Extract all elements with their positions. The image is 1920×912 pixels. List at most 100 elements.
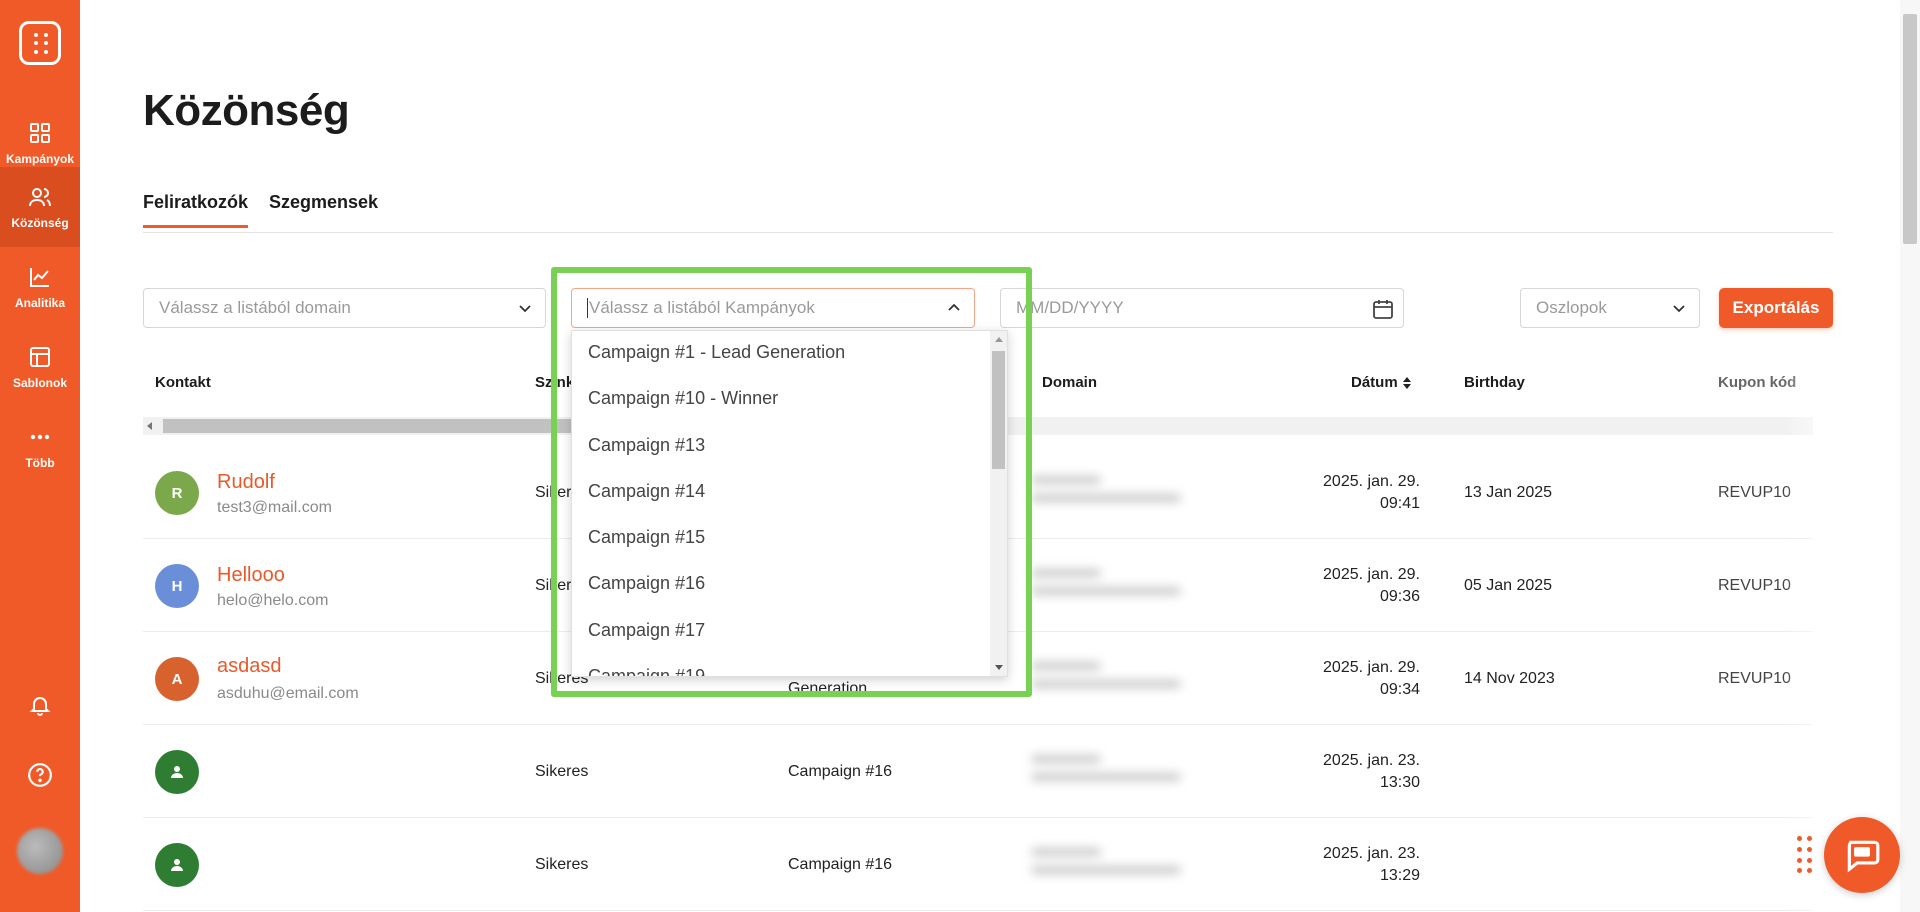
sidebar: Kampányok Közönség Analitika Sablonok Tö…	[0, 0, 80, 912]
columns-placeholder: Oszlopok	[1536, 298, 1607, 317]
birthday-cell: 13 Jan 2025	[1464, 484, 1553, 501]
contact-name[interactable]: asdasd	[217, 655, 282, 678]
avatar[interactable]	[17, 828, 63, 874]
date-line: 2025. jan. 29.	[1323, 473, 1420, 490]
date-line: 2025. jan. 23.	[1323, 752, 1420, 769]
campaign-select[interactable]: Válassz a listából Kampányok	[571, 288, 975, 328]
grid-icon	[27, 120, 53, 146]
blurred-domain	[1031, 466, 1191, 526]
users-icon	[27, 184, 53, 210]
logo[interactable]	[19, 21, 61, 65]
chart-icon	[27, 264, 53, 290]
domain-select[interactable]: Válassz a listából domain	[143, 288, 546, 328]
date-input[interactable]: MM/DD/YYYY	[1000, 288, 1404, 328]
time-line: 09:34	[1379, 681, 1420, 698]
scroll-up-icon[interactable]	[995, 337, 1003, 342]
dropdown-option[interactable]: Campaign #17	[588, 620, 705, 641]
table-row[interactable]: Sikeres Campaign #16 2025. jan. 23. 13:29	[143, 818, 1813, 911]
time-line: 09:36	[1379, 588, 1420, 605]
date-line: 2025. jan. 23.	[1323, 845, 1420, 862]
coupon-cell: REVUP10	[1718, 484, 1791, 501]
drag-handle-icon[interactable]	[1797, 836, 1813, 876]
contact-name[interactable]: Rudolf	[217, 471, 275, 494]
date-line: 2025. jan. 29.	[1323, 566, 1420, 583]
dropdown-option[interactable]: Campaign #1 - Lead Generation	[588, 342, 845, 363]
tab-szegmensek[interactable]: Szegmensek	[269, 192, 378, 225]
campaign-select-placeholder: Válassz a listából Kampányok	[589, 298, 815, 317]
table-row[interactable]: Sikeres Campaign #16 2025. jan. 23. 13:30	[143, 725, 1813, 818]
chat-icon	[1847, 840, 1880, 873]
contact-email: asduhu@email.com	[217, 685, 359, 702]
chevron-up-icon	[948, 303, 960, 311]
tabs: Feliratkozók Szegmensek	[143, 192, 1833, 233]
dropdown-option[interactable]: Campaign #13	[588, 435, 705, 456]
campaign-cell: Campaign #16	[788, 856, 893, 873]
sidebar-item-label: Analitika	[14, 296, 65, 310]
birthday-cell: 05 Jan 2025	[1464, 577, 1553, 594]
time-line: 09:41	[1379, 495, 1420, 512]
dropdown-option[interactable]: Campaign #14	[588, 481, 705, 502]
bell-icon[interactable]	[26, 691, 54, 719]
user-icon	[171, 859, 183, 871]
dropdown-option[interactable]: Campaign #16	[588, 573, 705, 594]
avatar: A	[155, 657, 199, 701]
help-icon[interactable]	[26, 761, 54, 789]
campaign-dropdown-menu[interactable]: Campaign #1 - Lead Generation Campaign #…	[571, 330, 1008, 677]
domain-select-placeholder: Válassz a listából domain	[159, 298, 351, 317]
scrollbar-thumb[interactable]	[1903, 14, 1917, 244]
sidebar-item-label: Sablonok	[12, 376, 67, 390]
avatar: R	[155, 471, 199, 515]
user-icon	[171, 766, 183, 778]
campaign-cell: Campaign #16	[788, 763, 893, 780]
time-line: 13:29	[1379, 867, 1420, 884]
export-button[interactable]: Exportálás	[1719, 288, 1833, 328]
dropdown-option[interactable]: Campaign #19	[588, 666, 705, 676]
date-cell: 2025. jan. 29. 09:41	[1323, 471, 1420, 515]
chevron-down-icon	[519, 305, 531, 313]
columns-select[interactable]: Oszlopok	[1520, 288, 1700, 328]
dropdown-option[interactable]: Campaign #10 - Winner	[588, 388, 778, 409]
scroll-down-icon[interactable]	[995, 665, 1003, 670]
date-cell: 2025. jan. 23. 13:29	[1323, 843, 1420, 887]
chevron-down-icon	[1673, 305, 1685, 313]
avatar	[155, 843, 199, 887]
date-placeholder: MM/DD/YYYY	[1016, 298, 1124, 317]
sidebar-item-sablonok[interactable]: Sablonok	[0, 327, 80, 407]
date-line: 2025. jan. 29.	[1323, 659, 1420, 676]
scrollbar-thumb[interactable]	[163, 419, 623, 433]
scroll-left-icon[interactable]	[147, 422, 152, 430]
sidebar-item-tobb[interactable]: Több	[0, 407, 80, 487]
tab-feliratkozok[interactable]: Feliratkozók	[143, 192, 249, 228]
coupon-cell: REVUP10	[1718, 577, 1791, 594]
header-domain: Domain	[1042, 374, 1098, 391]
chat-button[interactable]	[1824, 817, 1900, 893]
campaign-cell: Generation	[788, 680, 868, 697]
time-line: 13:30	[1379, 774, 1420, 791]
sidebar-item-label: Több	[25, 456, 55, 470]
sidebar-item-label: Kampányok	[5, 152, 75, 166]
date-cell: 2025. jan. 29. 09:34	[1323, 657, 1420, 701]
dropdown-option[interactable]: Campaign #15	[588, 527, 705, 548]
sidebar-item-analitika[interactable]: Analitika	[0, 247, 80, 327]
avatar	[155, 750, 199, 794]
page-scrollbar[interactable]	[1900, 0, 1920, 912]
blurred-domain	[1031, 745, 1191, 805]
scrollbar-thumb[interactable]	[992, 351, 1005, 469]
sidebar-item-kozonseg[interactable]: Közönség	[0, 167, 80, 247]
template-icon	[27, 344, 53, 370]
contact-name[interactable]: Hellooo	[217, 564, 285, 587]
sidebar-item-label: Közönség	[11, 216, 69, 230]
blurred-domain	[1031, 559, 1191, 619]
header-date[interactable]: Dátum	[1351, 374, 1412, 391]
header-birthday: Birthday	[1464, 374, 1525, 391]
header-contact: Kontakt	[155, 374, 211, 391]
status-cell: Sikeres	[535, 856, 589, 873]
text-cursor	[587, 298, 588, 318]
calendar-icon[interactable]	[1371, 297, 1395, 321]
contact-email: helo@helo.com	[217, 592, 329, 609]
dropdown-scrollbar[interactable]	[990, 331, 1007, 676]
birthday-cell: 14 Nov 2023	[1464, 670, 1555, 687]
sort-icon	[1402, 376, 1411, 389]
page-title: Közönség	[143, 86, 350, 135]
blurred-domain	[1031, 838, 1191, 898]
